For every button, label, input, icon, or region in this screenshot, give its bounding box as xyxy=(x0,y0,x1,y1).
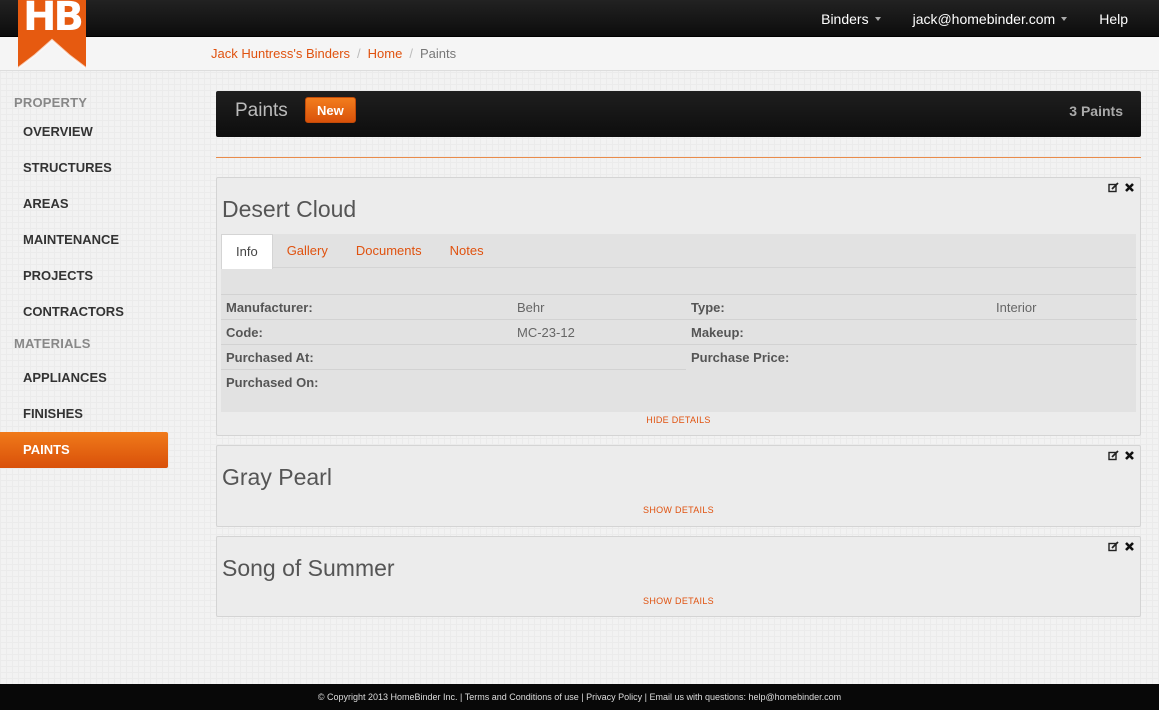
new-paint-button[interactable]: New xyxy=(305,97,356,123)
footer-text: © Copyright 2013 HomeBinder Inc. | Terms… xyxy=(317,692,842,702)
paint-name: Song of Summer xyxy=(222,555,395,581)
paint-card: Song of Summer SHOW DETAILS xyxy=(216,536,1141,617)
main-content: Paints New 3 Paints Desert Cloud Info Ga… xyxy=(216,91,1141,617)
breadcrumb-bar: Jack Huntress's Binders / Home / Paints xyxy=(0,37,1159,71)
detail-row: Code: MC-23-12 Makeup: xyxy=(221,320,1137,345)
tab-gallery[interactable]: Gallery xyxy=(273,234,342,267)
footer: © Copyright 2013 HomeBinder Inc. | Terms… xyxy=(0,684,1159,710)
code-label: Code: xyxy=(226,325,263,340)
breadcrumb: Jack Huntress's Binders / Home / Paints xyxy=(211,46,456,61)
paint-card: Desert Cloud Info Gallery Documents Note… xyxy=(216,177,1141,436)
sidebar-item-appliances[interactable]: APPLIANCES xyxy=(0,360,170,396)
sidebar-item-contractors[interactable]: CONTRACTORS xyxy=(0,294,170,330)
detail-row: Manufacturer: Behr Type: Interior xyxy=(221,294,1137,320)
card-actions xyxy=(1108,450,1135,461)
account-menu-label: jack@homebinder.com xyxy=(912,10,1056,27)
paint-count: 3 Paints xyxy=(1069,103,1123,119)
card-actions xyxy=(1108,182,1135,193)
paint-name: Gray Pearl xyxy=(222,464,332,490)
breadcrumb-current: Paints xyxy=(419,46,457,61)
purchased-on-label: Purchased On: xyxy=(226,375,319,390)
sidebar: PROPERTY OVERVIEW STRUCTURES AREAS MAINT… xyxy=(0,86,170,468)
account-menu[interactable]: jack@homebinder.com xyxy=(897,11,1084,27)
sidebar-heading-materials: MATERIALS xyxy=(14,336,91,351)
edit-icon[interactable] xyxy=(1108,541,1119,552)
sidebar-item-overview[interactable]: OVERVIEW xyxy=(0,114,170,150)
divider xyxy=(216,157,1141,158)
show-details-link[interactable]: SHOW DETAILS xyxy=(217,596,1140,606)
logo-text: HB xyxy=(23,0,84,40)
binders-menu[interactable]: Binders xyxy=(805,11,896,27)
manufacturer-label: Manufacturer: xyxy=(226,300,313,315)
manufacturer-value: Behr xyxy=(517,300,545,315)
detail-tabs: Info Gallery Documents Notes xyxy=(221,234,1136,269)
hide-details-link[interactable]: HIDE DETAILS xyxy=(217,415,1140,425)
top-navbar: Binders jack@homebinder.com Help xyxy=(0,0,1159,37)
sidebar-item-structures[interactable]: STRUCTURES xyxy=(0,150,170,186)
help-link-label: Help xyxy=(1099,10,1128,27)
sidebar-item-projects[interactable]: PROJECTS xyxy=(0,258,170,294)
top-nav-menu: Binders jack@homebinder.com Help xyxy=(805,0,1159,37)
page-header: Paints New 3 Paints xyxy=(216,91,1141,137)
purchase-price-label: Purchase Price: xyxy=(691,350,790,365)
sidebar-item-paints[interactable]: PAINTS xyxy=(0,432,168,468)
delete-icon[interactable] xyxy=(1124,450,1135,461)
binders-menu-label: Binders xyxy=(821,10,869,27)
code-value: MC-23-12 xyxy=(517,325,575,340)
purchased-at-label: Purchased At: xyxy=(226,350,314,365)
card-actions xyxy=(1108,541,1135,552)
detail-grid: Manufacturer: Behr Type: Interior Code: … xyxy=(221,294,1137,395)
type-label: Type: xyxy=(691,300,725,315)
tab-info[interactable]: Info xyxy=(221,234,273,269)
chevron-down-icon xyxy=(874,16,881,21)
sidebar-item-maintenance[interactable]: MAINTENANCE xyxy=(0,222,170,258)
edit-icon[interactable] xyxy=(1108,450,1119,461)
detail-row: Purchased At: Purchase Price: xyxy=(221,345,1137,370)
page-title: Paints xyxy=(235,100,288,121)
sidebar-item-finishes[interactable]: FINISHES xyxy=(0,396,170,432)
edit-icon[interactable] xyxy=(1108,182,1119,193)
type-value: Interior xyxy=(996,300,1037,315)
show-details-link[interactable]: SHOW DETAILS xyxy=(217,505,1140,515)
makeup-label: Makeup: xyxy=(691,325,744,340)
detail-row: Purchased On: xyxy=(221,370,1137,395)
breadcrumb-separator: / xyxy=(357,46,361,61)
sidebar-heading-property: PROPERTY xyxy=(14,95,88,110)
tab-documents[interactable]: Documents xyxy=(342,234,436,267)
paint-name: Desert Cloud xyxy=(222,196,357,222)
sidebar-item-areas[interactable]: AREAS xyxy=(0,186,170,222)
paint-details-panel: Info Gallery Documents Notes Manufacture… xyxy=(221,234,1137,412)
chevron-down-icon xyxy=(1061,16,1068,21)
help-link[interactable]: Help xyxy=(1083,11,1159,27)
breadcrumb-home-link[interactable]: Home xyxy=(368,46,403,61)
tab-notes[interactable]: Notes xyxy=(436,234,498,267)
paint-card: Gray Pearl SHOW DETAILS xyxy=(216,445,1141,527)
breadcrumb-separator: / xyxy=(409,46,413,61)
homebinder-logo[interactable]: HB xyxy=(17,0,87,69)
delete-icon[interactable] xyxy=(1124,182,1135,193)
delete-icon[interactable] xyxy=(1124,541,1135,552)
breadcrumb-binders-link[interactable]: Jack Huntress's Binders xyxy=(211,46,350,61)
